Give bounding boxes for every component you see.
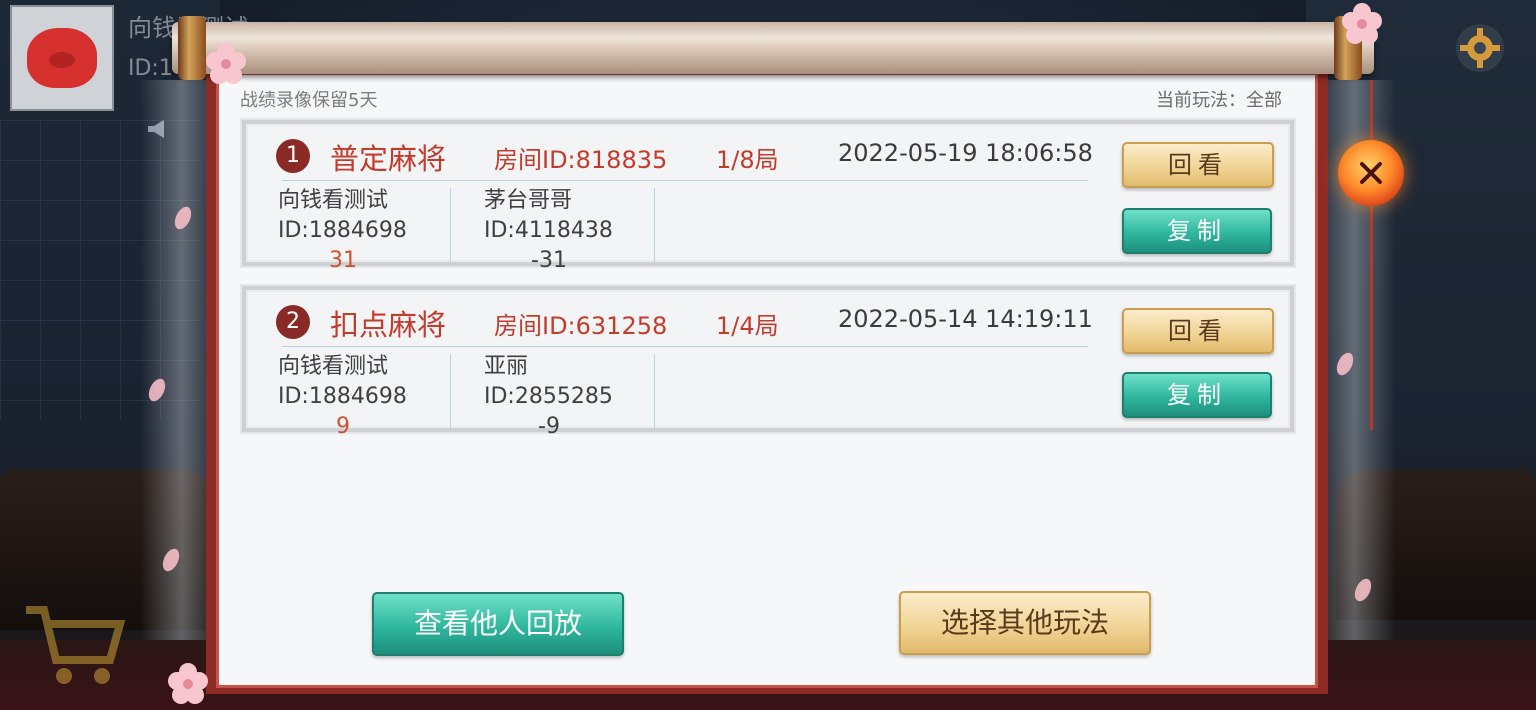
blossom-icon (206, 43, 246, 84)
rounds: 1/8局 (716, 146, 779, 174)
record-card: 2 扣点麻将 房间ID:631258 1/4局 2022-05-14 14:19… (242, 286, 1294, 439)
divider (282, 180, 1088, 181)
column-divider (450, 354, 451, 430)
player-entry: 亚丽 ID:2855285 -9 (484, 352, 664, 442)
blossom-icon (1342, 3, 1382, 44)
player-name: 向钱看测试 (278, 354, 389, 379)
pig-avatar-icon (27, 28, 97, 88)
player-name: 亚丽 (484, 354, 529, 379)
player-name: 茅台哥哥 (484, 188, 573, 213)
close-icon (1360, 162, 1382, 184)
column-divider (654, 188, 655, 264)
record-index: 1 (276, 139, 310, 173)
room-id: 房间ID:631258 (494, 312, 668, 340)
player-id: ID:4118438 (484, 218, 613, 243)
avatar[interactable] (10, 5, 114, 111)
game-name: 扣点麻将 (330, 308, 447, 342)
retention-note: 战绩录像保留5天 (240, 90, 378, 111)
player-entry: 向钱看测试 ID:1884698 31 (278, 186, 458, 276)
player-entry: 茅台哥哥 ID:4118438 -31 (484, 186, 664, 276)
player-score: -31 (531, 248, 567, 273)
rounds: 1/4局 (716, 312, 779, 340)
replay-button[interactable]: 回看 (1122, 308, 1274, 354)
scroll-rod (172, 22, 1374, 74)
current-mode-label[interactable]: 当前玩法：全部 (1156, 86, 1282, 112)
player-id: ID:1884698 (278, 218, 407, 243)
record-index: 2 (276, 305, 310, 339)
column-divider (450, 188, 451, 264)
player-name: 向钱看测试 (278, 188, 389, 213)
gear-icon[interactable] (1452, 20, 1508, 76)
player-id: ID:2855285 (484, 384, 613, 409)
record-card: 1 普定麻将 房间ID:818835 1/8局 2022-05-19 18:06… (242, 120, 1294, 273)
column-divider (654, 354, 655, 430)
user-id: ID:1 (128, 56, 173, 81)
player-score: -9 (538, 414, 560, 439)
player-id: ID:1884698 (278, 384, 407, 409)
blossom-icon (168, 663, 208, 704)
choose-other-mode-button[interactable]: 选择其他玩法 (899, 591, 1151, 655)
lantern-string (1370, 80, 1373, 430)
replay-button[interactable]: 回看 (1122, 142, 1274, 188)
cart-icon[interactable] (20, 590, 130, 690)
scroll-cap-left (178, 16, 206, 80)
player-entry: 向钱看测试 ID:1884698 9 (278, 352, 458, 442)
copy-button[interactable]: 复制 (1122, 372, 1272, 418)
record-datetime: 2022-05-19 18:06:58 (838, 139, 1093, 167)
copy-button[interactable]: 复制 (1122, 208, 1272, 254)
room-id: 房间ID:818835 (494, 146, 668, 174)
view-others-replay-button[interactable]: 查看他人回放 (372, 592, 624, 656)
divider (282, 346, 1088, 347)
player-score: 31 (329, 248, 357, 273)
game-name: 普定麻将 (330, 142, 447, 176)
record-datetime: 2022-05-14 14:19:11 (838, 305, 1093, 333)
player-score: 9 (336, 414, 350, 439)
close-button[interactable] (1338, 140, 1404, 206)
